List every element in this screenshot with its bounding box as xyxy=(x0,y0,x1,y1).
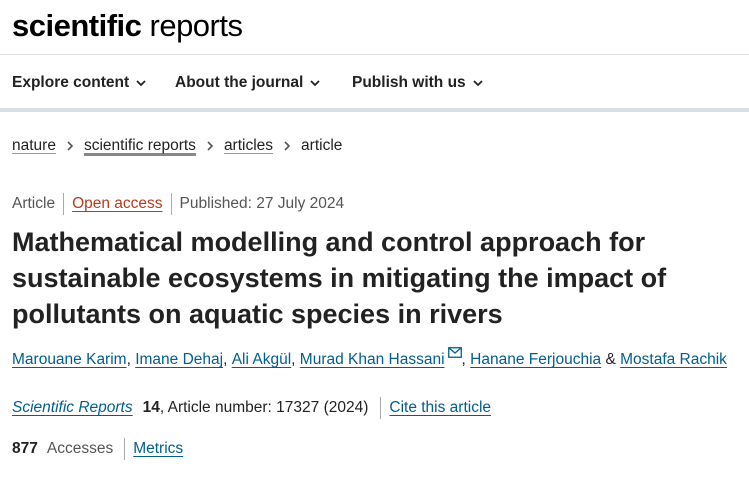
chevron-right-icon xyxy=(67,141,74,151)
breadcrumb-current: article xyxy=(301,137,343,154)
chevron-down-icon xyxy=(310,80,320,87)
divider xyxy=(170,193,172,215)
journal-logo[interactable]: scientific reports xyxy=(12,8,243,44)
accesses-label: Accesses xyxy=(46,440,114,457)
divider xyxy=(124,438,126,460)
nav-publish-label: Publish with us xyxy=(352,74,466,91)
volume-number: 14 xyxy=(142,399,160,416)
open-access-link[interactable]: Open access xyxy=(72,195,162,213)
main-navigation: Explore content About the journal Publis… xyxy=(0,55,749,112)
nav-publish-with-us[interactable]: Publish with us xyxy=(352,74,483,92)
author-separator: , xyxy=(223,351,232,368)
article-meta: Article Open access Published: 27 July 2… xyxy=(12,193,344,215)
logo-bold-text: scientific xyxy=(12,8,142,43)
breadcrumb-articles[interactable]: articles xyxy=(224,137,273,155)
author-separator: , xyxy=(126,351,136,368)
nav-about-journal[interactable]: About the journal xyxy=(175,74,320,92)
published-date: Published: 27 July 2024 xyxy=(179,195,345,212)
chevron-right-icon xyxy=(207,141,214,151)
author-link[interactable]: Marouane Karim xyxy=(12,351,127,369)
metrics-line: 877 Accesses Metrics xyxy=(12,438,183,460)
journal-link[interactable]: Scientific Reports xyxy=(12,399,133,417)
site-header: scientific reports xyxy=(0,0,749,55)
citation-details: , Article number: 17327 (2024) xyxy=(159,399,369,416)
nav-explore-content-label: Explore content xyxy=(12,74,130,91)
author-link[interactable]: Murad Khan Hassani xyxy=(300,351,445,369)
accesses-count: 877 xyxy=(12,440,38,457)
article-type: Article xyxy=(12,195,56,212)
metrics-link[interactable]: Metrics xyxy=(133,440,183,458)
breadcrumb-nature[interactable]: nature xyxy=(12,137,56,155)
author-ampersand: & xyxy=(601,351,621,368)
breadcrumb: nature scientific reports articles artic… xyxy=(12,137,342,155)
author-list: Marouane Karim, Imane Dehaj, Ali Akgül, … xyxy=(12,347,727,369)
breadcrumb-scientific-reports[interactable]: scientific reports xyxy=(84,137,196,155)
nav-about-journal-label: About the journal xyxy=(175,74,304,91)
logo-light-text: reports xyxy=(141,8,244,43)
divider xyxy=(380,397,382,419)
author-link[interactable]: Hanane Ferjouchia xyxy=(470,351,601,369)
author-link[interactable]: Ali Akgül xyxy=(232,351,291,369)
chevron-down-icon xyxy=(136,80,146,87)
chevron-down-icon xyxy=(473,80,483,87)
citation-line: Scientific Reports 14 , Article number: … xyxy=(12,397,491,419)
author-link[interactable]: Mostafa Rachik xyxy=(620,351,727,369)
mail-icon[interactable] xyxy=(447,347,462,358)
author-separator: , xyxy=(291,351,300,368)
divider xyxy=(63,193,65,215)
article-title: Mathematical modelling and control appro… xyxy=(12,227,667,329)
cite-this-article-link[interactable]: Cite this article xyxy=(389,399,491,417)
author-separator: , xyxy=(461,351,471,368)
nav-explore-content[interactable]: Explore content xyxy=(12,74,146,92)
chevron-right-icon xyxy=(284,141,291,151)
author-link[interactable]: Imane Dehaj xyxy=(135,351,223,369)
